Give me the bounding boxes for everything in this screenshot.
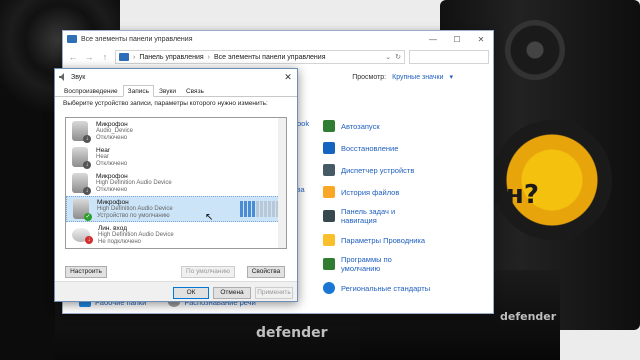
line-in-icon: ↓: [72, 228, 93, 244]
tab-recording[interactable]: Запись: [122, 85, 154, 97]
device-status: Устройство по умолчанию: [97, 212, 170, 219]
cp-item-autoplay[interactable]: Автозапуск: [323, 115, 493, 137]
device-row[interactable]: ↓ Микрофон Audio_Device Отключено: [66, 118, 286, 144]
autoplay-icon: [323, 120, 335, 132]
chevron-down-icon[interactable]: ▾: [449, 73, 453, 81]
recovery-icon: [323, 142, 335, 154]
control-panel-items: Автозапуск Восстановление Диспетчер устр…: [323, 115, 493, 299]
configure-button[interactable]: Настроить: [65, 266, 107, 278]
device-status: Не подключено: [98, 238, 141, 245]
folder-options-icon: [323, 234, 335, 246]
region-icon: [323, 282, 335, 294]
default-check-icon: ✓: [84, 213, 92, 221]
device-row-selected[interactable]: ✓ Микрофон High Definition Audio Device …: [66, 196, 286, 222]
close-icon[interactable]: ✕: [279, 72, 297, 83]
chevron-down-icon[interactable]: ⌄: [385, 53, 391, 61]
cp-item-region[interactable]: Региональные стандарты: [323, 277, 493, 299]
brand-logo-left: defender: [256, 325, 328, 341]
mouse-cursor-icon: ↖: [205, 212, 214, 223]
device-driver: High Definition Audio Device: [98, 231, 174, 238]
level-meter: [240, 201, 279, 217]
up-icon[interactable]: ↑: [99, 52, 111, 62]
apply-button[interactable]: Применить: [255, 287, 293, 299]
file-history-icon: [323, 186, 335, 198]
device-name: Лин. вход: [98, 224, 127, 232]
partial-item[interactable]: [297, 163, 321, 185]
minimize-icon[interactable]: —: [421, 35, 445, 44]
window-title: Все элементы панели управления: [81, 35, 193, 43]
cp-item-recovery[interactable]: Восстановление: [323, 137, 493, 159]
device-driver: High Definition Audio Device: [97, 205, 173, 212]
partial-item[interactable]: ook: [297, 119, 321, 141]
back-icon[interactable]: ←: [67, 52, 79, 62]
cancel-button[interactable]: Отмена: [213, 287, 251, 299]
speaker-icon: [59, 73, 64, 81]
unplugged-badge-icon: ↓: [85, 236, 93, 244]
cp-item-taskbar[interactable]: Панель задач и навигация: [323, 203, 493, 229]
tab-playback[interactable]: Воспроизведение: [59, 85, 123, 96]
close-icon[interactable]: ✕: [469, 35, 493, 44]
brand-logo-right: defender: [500, 310, 557, 323]
forward-icon[interactable]: →: [83, 52, 95, 62]
device-status: Отключено: [96, 186, 128, 193]
microphone-icon: ↓: [72, 121, 91, 143]
microphone-icon: ↓: [72, 147, 91, 169]
control-panel-icon: [67, 35, 77, 43]
refresh-icon[interactable]: ↻: [395, 53, 401, 61]
device-name: Микрофон: [96, 172, 128, 180]
disabled-badge-icon: ↓: [83, 135, 91, 143]
cp-item-file-history[interactable]: История файлов: [323, 181, 493, 203]
device-name: Микрофон: [96, 120, 128, 128]
device-row[interactable]: ↓ Микрофон High Definition Audio Device …: [66, 170, 286, 196]
microphone-icon: ↓: [72, 173, 91, 195]
device-status: Отключено: [96, 134, 128, 141]
breadcrumb-all-items[interactable]: Все элементы панели управления: [214, 54, 325, 61]
maximize-icon[interactable]: ☐: [445, 35, 469, 44]
microphone-icon: ✓: [73, 199, 92, 221]
tab-communications[interactable]: Связь: [181, 85, 209, 96]
dialog-prompt: Выберите устройство записи, параметры ко…: [63, 100, 268, 107]
device-name: Hear: [96, 146, 111, 154]
scrollbar[interactable]: [278, 118, 286, 248]
dialog-titlebar: Звук ✕: [55, 69, 297, 85]
partial-item[interactable]: [297, 141, 321, 163]
dialog-tabs: Воспроизведение Запись Звуки Связь: [55, 85, 297, 97]
device-row[interactable]: ↓ Hear Hear Отключено: [66, 144, 286, 170]
address-bar[interactable]: › Панель управления › Все элементы панел…: [115, 50, 405, 64]
overlay-text: я он?: [488, 150, 539, 210]
control-panel-titlebar: Все элементы панели управления — ☐ ✕: [63, 31, 493, 47]
device-row[interactable]: ↓ Лин. вход High Definition Audio Device…: [66, 222, 286, 248]
breadcrumb-control-panel[interactable]: Панель управления: [139, 54, 203, 61]
disabled-badge-icon: ↓: [83, 187, 91, 195]
control-panel-icon: [119, 53, 129, 61]
device-manager-icon: [323, 164, 335, 176]
view-mode-dropdown[interactable]: Крупные значки: [392, 74, 443, 81]
device-status: Отключено: [96, 160, 128, 167]
ok-button[interactable]: ОК: [173, 287, 209, 299]
default-programs-icon: [323, 258, 335, 270]
partial-item[interactable]: за: [297, 185, 321, 207]
partial-column: ook за: [297, 119, 321, 207]
disabled-badge-icon: ↓: [83, 161, 91, 169]
cp-item-folder-options[interactable]: Параметры Проводника: [323, 229, 493, 251]
sound-dialog: Звук ✕ Воспроизведение Запись Звуки Связ…: [54, 68, 298, 302]
taskbar-icon: [323, 210, 335, 222]
properties-button[interactable]: Свойства: [247, 266, 285, 278]
view-label: Просмотр:: [352, 73, 387, 81]
dialog-title: Звук: [71, 73, 86, 81]
device-driver: Audio_Device: [96, 127, 134, 134]
device-driver: Hear: [96, 153, 110, 160]
search-input[interactable]: [409, 50, 489, 64]
device-name: Микрофон: [97, 198, 129, 206]
address-bar-row: ← → ↑ › Панель управления › Все элементы…: [63, 47, 493, 67]
tab-sounds[interactable]: Звуки: [154, 85, 181, 96]
recording-device-list[interactable]: ↓ Микрофон Audio_Device Отключено ↓ Hear…: [65, 117, 287, 249]
device-driver: High Definition Audio Device: [96, 179, 172, 186]
cp-item-default-programs[interactable]: Программы по умолчанию: [323, 251, 493, 277]
background-tweeter: [505, 20, 565, 80]
cp-item-device-manager[interactable]: Диспетчер устройств: [323, 159, 493, 181]
set-default-button[interactable]: По умолчанию: [181, 266, 235, 278]
